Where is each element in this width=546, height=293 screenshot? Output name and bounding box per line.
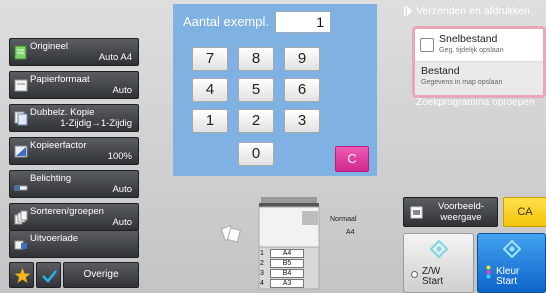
copies-input[interactable]: 1	[275, 11, 331, 33]
start-diamond-icon	[429, 240, 448, 258]
machine-illustration: Normaal A4 1 A4 2 B5 3 B4 4 A3	[220, 187, 382, 291]
preview-label: Voorbeeld- weergave	[428, 201, 494, 223]
sort-icon	[14, 210, 28, 225]
bw-radio	[411, 271, 418, 278]
tray-paper-size: A4	[270, 249, 304, 258]
copies-label: Aantal exempl.	[183, 14, 269, 29]
sort-group-value: Auto	[112, 217, 132, 228]
send-and-print-title: Verzenden en afdrukken	[416, 5, 530, 17]
copies-keypad-panel: Aantal exempl. 1 7 8 9 4 5 6 1 2 3 0 C	[173, 4, 377, 176]
original-button[interactable]: Origineel Auto A4	[9, 38, 139, 66]
preview-label-line: weergave	[440, 212, 482, 223]
start-diamond-icon	[502, 240, 521, 258]
color-start-button[interactable]: Kleur Start	[477, 233, 546, 293]
quick-file-option[interactable]: Snelbestand Geg. tijdelijk opslaan	[415, 29, 543, 62]
document-icon	[14, 45, 27, 60]
bottom-bar: Overige	[9, 262, 139, 288]
paper-size-label: Papierformaat	[30, 74, 90, 85]
duplex-icon	[14, 111, 28, 126]
tray-number: 4	[260, 280, 264, 287]
tray-row[interactable]: 1 A4	[258, 249, 316, 258]
file-title: Bestand	[421, 65, 460, 77]
color-start-label: Kleur Start	[496, 267, 519, 287]
key-1[interactable]: 1	[192, 109, 228, 133]
exposure-button[interactable]: Belichting Auto	[9, 170, 139, 198]
output-tray-label: Uitvoerlade	[30, 233, 79, 244]
tray-row[interactable]: 4 A3	[258, 279, 316, 288]
quick-file-subtitle: Geg. tijdelijk opslaan	[439, 47, 504, 54]
action-panel: Verzenden en afdrukken Zoekprogramma opr…	[403, 0, 546, 293]
copy-screen: Origineel Auto A4 Papierformaat Auto Dub…	[0, 0, 546, 293]
sort-group-label: Sorteren/groepen	[30, 206, 104, 217]
exposure-icon	[14, 185, 28, 191]
favorite-button[interactable]	[9, 262, 34, 288]
key-5[interactable]: 5	[238, 78, 274, 102]
recall-program-text[interactable]: Zoekprogramma oproepen	[416, 97, 534, 108]
color-dots-icon	[486, 265, 491, 279]
duplex-value: 1-Zijdig→1-Zijdig	[60, 118, 132, 129]
file-option[interactable]: Bestand Gegevens in map opslaan	[415, 62, 543, 95]
key-0[interactable]: 0	[238, 142, 274, 166]
copy-ratio-button[interactable]: Kopieerfactor 100%	[9, 137, 139, 165]
star-icon	[14, 268, 31, 283]
checkmark-icon	[42, 270, 57, 283]
original-value: Auto A4	[98, 52, 132, 63]
file-options-popup: Snelbestand Geg. tijdelijk opslaan Besta…	[412, 26, 546, 98]
bw-start-label: Z/W Start	[422, 267, 443, 287]
key-2[interactable]: 2	[238, 109, 274, 133]
zoom-icon	[14, 145, 28, 158]
pages-icon	[220, 225, 241, 243]
key-4[interactable]: 4	[192, 78, 228, 102]
exposure-label: Belichting	[30, 173, 72, 184]
tray-row[interactable]: 3 B4	[258, 269, 316, 278]
output-tray-icon	[14, 240, 27, 250]
collapse-panel-icon[interactable]	[403, 4, 413, 18]
duplex-copy-button[interactable]: Dubbelz. Kopie 1-Zijdig→1-Zijdig	[9, 104, 139, 132]
preview-button[interactable]: Voorbeeld- weergave	[403, 197, 498, 227]
tray-paper-size: A3	[270, 279, 304, 288]
file-subtitle: Gegevens in map opslaan	[421, 79, 503, 86]
copy-ratio-value: 100%	[107, 151, 132, 162]
quick-file-checkbox[interactable]	[420, 38, 434, 52]
copy-ratio-label: Kopieerfactor	[30, 140, 87, 151]
quick-file-title: Snelbestand	[439, 33, 498, 45]
settings-column: Origineel Auto A4 Papierformaat Auto Dub…	[0, 0, 148, 293]
others-button[interactable]: Overige	[63, 262, 139, 288]
clear-key[interactable]: C	[335, 146, 369, 172]
paper-size-value: Auto	[112, 85, 132, 96]
bw-start-line: Start	[422, 276, 444, 287]
key-7[interactable]: 7	[192, 47, 228, 71]
key-3[interactable]: 3	[284, 109, 320, 133]
tray-number: 1	[260, 250, 264, 257]
duplex-label: Dubbelz. Kopie	[30, 107, 95, 118]
tray-paper-size: B4	[270, 269, 304, 278]
tray-number: 2	[260, 260, 264, 267]
key-6[interactable]: 6	[284, 78, 320, 102]
tray-number: 3	[260, 270, 264, 277]
paper-type-label: Normaal	[330, 216, 357, 223]
check-button[interactable]	[36, 262, 61, 288]
original-label: Origineel	[30, 41, 69, 52]
paper-size-text: A4	[346, 229, 355, 236]
key-9[interactable]: 9	[284, 47, 320, 71]
key-8[interactable]: 8	[238, 47, 274, 71]
paper-icon	[14, 79, 28, 92]
ca-button[interactable]: CA	[503, 197, 546, 227]
output-tray-button[interactable]: Uitvoerlade	[9, 230, 139, 258]
preview-icon	[410, 206, 423, 219]
exposure-value: Auto	[112, 184, 132, 195]
tray-row[interactable]: 2 B5	[258, 259, 316, 268]
bw-start-button[interactable]: Z/W Start	[403, 233, 474, 293]
color-start-line: Start	[496, 276, 518, 287]
preview-label-line: Voorbeeld-	[438, 201, 484, 212]
paper-size-button[interactable]: Papierformaat Auto	[9, 71, 139, 99]
tray-paper-size: B5	[270, 259, 304, 268]
sort-group-button[interactable]: Sorteren/groepen Auto	[9, 203, 139, 231]
